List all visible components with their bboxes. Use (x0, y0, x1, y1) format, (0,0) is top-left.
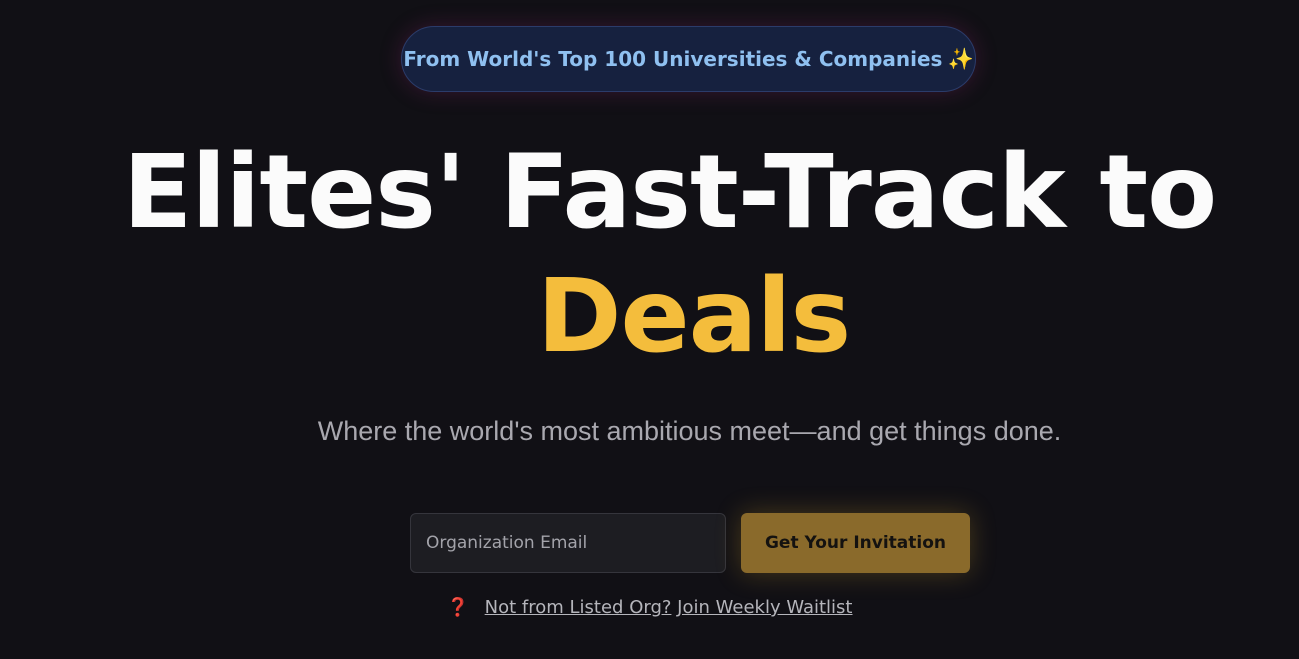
waitlist-row: ❓ Not from Listed Org? Join Weekly Waitl… (0, 597, 1299, 618)
get-invitation-button[interactable]: Get Your Invitation (741, 513, 970, 573)
question-mark-icon: ❓ (446, 597, 469, 618)
hero-badge: From World's Top 100 Universities & Comp… (401, 26, 976, 92)
badge-text: From World's Top 100 Universities & Comp… (403, 47, 943, 71)
organization-email-input[interactable] (410, 513, 726, 573)
hero-title-line-1: Elites' Fast-Track to (122, 133, 1217, 252)
hero-subtitle: Where the world's most ambitious meet—an… (317, 416, 1062, 446)
sparkles-icon: ✨ (947, 46, 974, 71)
hero-title-accent: Deals (536, 257, 851, 376)
not-listed-org-link[interactable]: Not from Listed Org? (485, 597, 672, 618)
join-waitlist-link[interactable]: Join Weekly Waitlist (677, 597, 852, 618)
